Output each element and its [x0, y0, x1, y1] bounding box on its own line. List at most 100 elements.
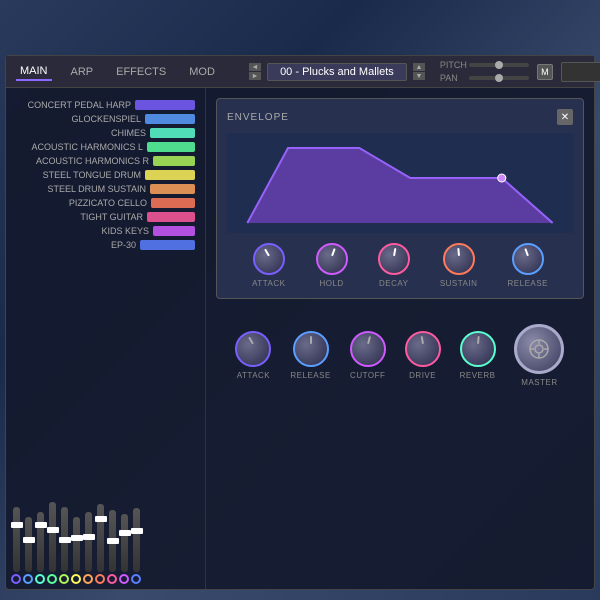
instrument-bar [150, 184, 195, 194]
preset-next-button[interactable]: ► [249, 72, 261, 80]
fader-dot-6 [71, 574, 81, 584]
fader-dot-11 [131, 574, 141, 584]
master-button-group: MASTER [514, 324, 564, 387]
bottom-knob-cutoff-group: CUTOFF [350, 331, 386, 380]
tab-arp[interactable]: ARP [67, 64, 98, 80]
instrument-bar [147, 142, 195, 152]
tab-main[interactable]: MAIN [16, 63, 52, 81]
fader-4[interactable] [49, 502, 56, 572]
instrument-acoustic-harmonics-l[interactable]: ACOUSTIC HARMONICS L [6, 140, 200, 154]
tab-effects[interactable]: EFFECTS [112, 64, 170, 80]
env-knob-hold-label: HOLD [319, 279, 343, 288]
master-button[interactable] [514, 324, 564, 374]
bottom-knob-cutoff[interactable] [350, 331, 386, 367]
env-knob-release-label: RELEASE [508, 279, 548, 288]
fader-group-6 [71, 517, 81, 584]
fader-6[interactable] [73, 517, 80, 572]
knob-indicator [477, 336, 480, 344]
instrument-label: STEEL TONGUE DRUM [43, 170, 145, 180]
fader-1[interactable] [13, 507, 20, 572]
knob-indicator [264, 249, 270, 257]
fader-dot-4 [47, 574, 57, 584]
env-knob-attack-group: ATTACK [252, 243, 285, 288]
instrument-label: CONCERT PEDAL HARP [28, 100, 135, 110]
instrument-concert-pedal-harp[interactable]: CONCERT PEDAL HARP [6, 98, 200, 112]
env-knob-hold[interactable] [316, 243, 348, 275]
knob-indicator [249, 337, 255, 345]
fader-11[interactable] [133, 508, 140, 572]
bottom-knob-drive-group: DRIVE [405, 331, 441, 380]
env-knob-decay-label: DECAY [379, 279, 408, 288]
preset-up-button[interactable]: ▲ [413, 63, 425, 71]
knob-indicator [331, 248, 336, 256]
nav-bar: MAIN ARP EFFECTS MOD ◄ ► 00 - Plucks and… [6, 56, 594, 88]
env-knob-sustain-group: SUSTAIN [440, 243, 478, 288]
fader-5[interactable] [61, 507, 68, 572]
fader-dot-10 [119, 574, 129, 584]
fader-9[interactable] [109, 510, 116, 572]
pitch-thumb [495, 61, 503, 69]
env-knob-attack[interactable] [253, 243, 285, 275]
instrument-acoustic-harmonics-r[interactable]: ACOUSTIC HARMONICS R [6, 154, 200, 168]
fader-dot-8 [95, 574, 105, 584]
instrument-pizzicato-cello[interactable]: PIZZICATO CELLO [6, 196, 200, 210]
instrument-label: EP-30 [111, 240, 140, 250]
right-panel: ENVELOPE ✕ [206, 88, 594, 589]
pan-slider[interactable] [469, 76, 529, 80]
pitch-label: PITCH [440, 60, 465, 70]
instrument-glockenspiel[interactable]: GLOCKENSPIEL [6, 112, 200, 126]
indicator-wrap [380, 245, 408, 273]
fader-3[interactable] [37, 512, 44, 572]
instrument-steel-tongue-drum[interactable]: STEEL TONGUE DRUM [6, 168, 200, 182]
fader-8[interactable] [97, 504, 104, 572]
fader-10[interactable] [121, 514, 128, 572]
bottom-knob-attack[interactable] [235, 331, 271, 367]
m-button[interactable]: M [537, 64, 553, 80]
indicator-wrap [445, 245, 473, 273]
value-display [561, 62, 600, 82]
instrument-list: CONCERT PEDAL HARP GLOCKENSPIEL CHIMES A… [6, 98, 205, 252]
fader-dot-2 [23, 574, 33, 584]
fader-dot-9 [107, 574, 117, 584]
bottom-knob-drive[interactable] [405, 331, 441, 367]
preset-down-button[interactable]: ▼ [413, 72, 425, 80]
bottom-knob-reverb[interactable] [460, 331, 496, 367]
instrument-tight-guitar[interactable]: TIGHT GUITAR [6, 210, 200, 224]
instrument-kids-keys[interactable]: KIDS KEYS [6, 224, 200, 238]
master-label: MASTER [521, 378, 557, 387]
fader-group-10 [119, 514, 129, 584]
fader-group-3 [35, 512, 45, 584]
bottom-knob-attack-label: ATTACK [237, 371, 270, 380]
env-knob-decay[interactable] [378, 243, 410, 275]
fader-thumb-5 [59, 537, 71, 543]
preset-prev-button[interactable]: ◄ [249, 63, 261, 71]
tab-mod[interactable]: MOD [185, 64, 219, 80]
pitch-slider[interactable] [469, 63, 529, 67]
pan-label: PAN [440, 73, 465, 83]
instrument-ep30[interactable]: EP-30 [6, 238, 200, 252]
env-knob-sustain[interactable] [443, 243, 475, 275]
fader-thumb-2 [23, 537, 35, 543]
instrument-bar [147, 212, 195, 222]
knob-indicator [524, 248, 529, 256]
fader-thumb-10 [119, 530, 131, 536]
envelope-title: ENVELOPE [227, 112, 289, 123]
fader-thumb-9 [107, 538, 119, 544]
fader-group-4 [47, 502, 57, 584]
instrument-steel-drum-sustain[interactable]: STEEL DRUM SUSTAIN [6, 182, 200, 196]
fader-2[interactable] [25, 517, 32, 572]
envelope-svg [227, 133, 573, 233]
instrument-chimes[interactable]: CHIMES [6, 126, 200, 140]
fader-7[interactable] [85, 512, 92, 572]
envelope-knobs: ATTACK HOLD [227, 243, 573, 288]
bottom-knob-release[interactable] [293, 331, 329, 367]
fader-group-1 [11, 507, 21, 584]
preset-name[interactable]: 00 - Plucks and Mallets [267, 63, 407, 81]
env-knob-release[interactable] [512, 243, 544, 275]
envelope-close-button[interactable]: ✕ [557, 109, 573, 125]
fader-group-5 [59, 507, 69, 584]
instrument-label: STEEL DRUM SUSTAIN [47, 184, 150, 194]
bottom-knob-reverb-label: REVERB [460, 371, 496, 380]
bottom-controls: ATTACK RELEASE [216, 309, 584, 392]
env-knob-release-group: RELEASE [508, 243, 548, 288]
